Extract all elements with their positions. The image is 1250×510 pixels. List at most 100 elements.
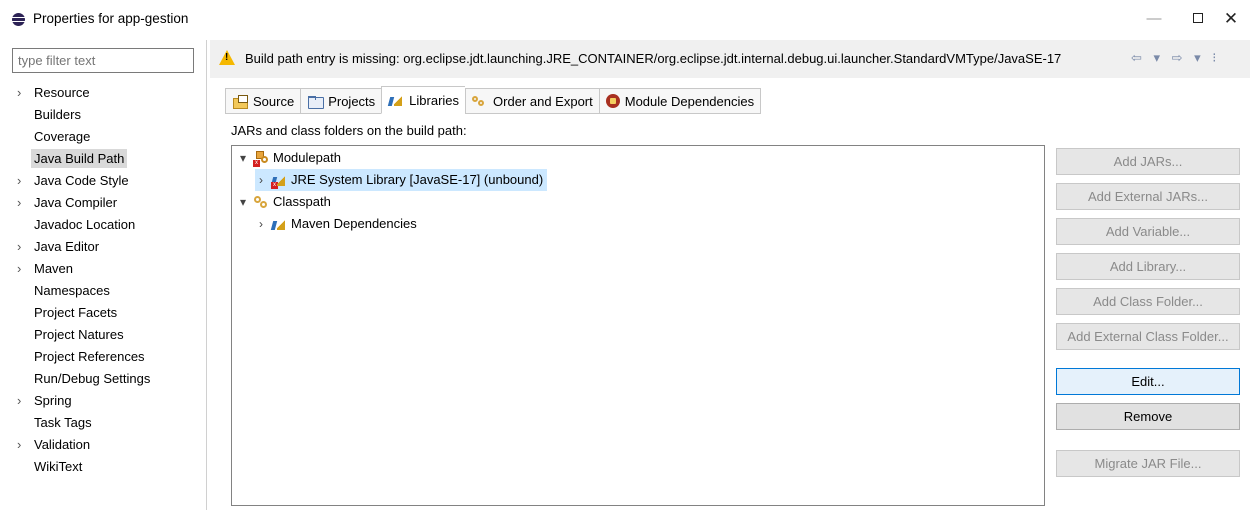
tree-item-label: Maven Dependencies xyxy=(291,216,417,231)
nav-item-label: Namespaces xyxy=(34,283,110,298)
nav-item[interactable]: › Validation xyxy=(12,434,202,456)
tab-order-and-export[interactable]: Order and Export xyxy=(465,88,599,114)
nav-item-label: Builders xyxy=(34,107,81,122)
add-variable-button[interactable]: Add Variable... xyxy=(1056,218,1240,245)
filter-input[interactable] xyxy=(12,48,194,73)
tree-item-classpath[interactable]: ▾ Classpath xyxy=(237,191,331,213)
nav-item-label: Spring xyxy=(34,393,72,408)
build-path-tree[interactable]: ▾ x Modulepath › x JRE System Library [J… xyxy=(231,145,1045,506)
libraries-icon xyxy=(388,94,404,107)
tab-module-dependencies[interactable]: Module Dependencies xyxy=(598,88,762,114)
chevron-right-icon[interactable]: › xyxy=(17,258,21,280)
source-folder-icon xyxy=(232,94,248,109)
module-dependencies-icon xyxy=(605,94,620,108)
nav-item[interactable]: Project Natures xyxy=(12,324,202,346)
nav-item-label: Project Natures xyxy=(34,327,124,342)
chevron-right-icon[interactable]: › xyxy=(17,192,21,214)
nav-item-label: Java Compiler xyxy=(34,195,118,210)
eclipse-logo-icon xyxy=(12,13,25,26)
nav-item[interactable]: Run/Debug Settings xyxy=(12,368,202,390)
tab-label: Projects xyxy=(328,93,376,109)
tab-projects[interactable]: Projects xyxy=(300,88,382,114)
nav-item[interactable]: › Resource xyxy=(12,82,202,104)
message-text: Build path entry is missing: org.eclipse… xyxy=(245,51,1062,66)
chevron-right-icon[interactable]: › xyxy=(17,236,21,258)
warning-mark: ! xyxy=(225,52,229,63)
maximize-button[interactable] xyxy=(1183,6,1213,32)
nav-item[interactable]: Builders xyxy=(12,104,202,126)
edit-button[interactable]: Edit... xyxy=(1056,368,1240,395)
message-bar: ! Build path entry is missing: org.eclip… xyxy=(210,40,1250,78)
nav-item[interactable]: Javadoc Location xyxy=(12,214,202,236)
tab-label: Module Dependencies xyxy=(624,93,755,109)
minimize-button[interactable]: — xyxy=(1139,6,1169,32)
nav-item[interactable]: › Java Code Style xyxy=(12,170,202,192)
divider xyxy=(206,40,207,510)
close-button[interactable]: ✕ xyxy=(1216,6,1246,32)
nav-item-label: Project References xyxy=(34,349,145,364)
nav-item-label: Java Build Path xyxy=(31,149,128,168)
nav-item-label: Validation xyxy=(34,437,91,452)
remove-button[interactable]: Remove xyxy=(1056,403,1240,430)
add-external-class-folder-button[interactable]: Add External Class Folder... xyxy=(1056,323,1240,350)
nav-item[interactable]: Project Facets xyxy=(12,302,202,324)
tree-item-label: Classpath xyxy=(273,194,331,209)
section-label: JARs and class folders on the build path… xyxy=(231,123,467,138)
chevron-down-icon: ▾ xyxy=(239,195,247,209)
add-library-button[interactable]: Add Library... xyxy=(1056,253,1240,280)
property-nav-tree: › Resource Builders Coverage Java Build Path… xyxy=(12,82,202,478)
nav-item-label: Coverage xyxy=(34,129,91,144)
nav-item-label: Java Editor xyxy=(34,239,100,254)
modulepath-icon: x xyxy=(253,151,269,167)
tree-item-label: JRE System Library [JavaSE-17] (unbound) xyxy=(291,172,544,187)
chevron-right-icon[interactable]: › xyxy=(17,170,21,192)
history-nav[interactable]: ⇦ ▾ ⇨ ▾ ⁝ xyxy=(1131,50,1220,66)
library-error-icon: x xyxy=(271,174,287,189)
nav-item-label: Task Tags xyxy=(34,415,92,430)
nav-item[interactable]: Coverage xyxy=(12,126,202,148)
nav-item[interactable]: Task Tags xyxy=(12,412,202,434)
project-folder-icon xyxy=(307,95,325,109)
chevron-right-icon[interactable]: › xyxy=(17,434,21,456)
library-icon xyxy=(271,218,287,231)
nav-item[interactable]: › Java Editor xyxy=(12,236,202,258)
tab-label: Source xyxy=(253,93,295,109)
chevron-right-icon: › xyxy=(259,217,263,231)
nav-item-label: Resource xyxy=(34,85,90,100)
nav-item-label: Maven xyxy=(34,261,74,276)
nav-item[interactable]: WikiText xyxy=(12,456,202,478)
window-title: Properties for app-gestion xyxy=(33,11,189,26)
chevron-right-icon[interactable]: › xyxy=(17,82,21,104)
title-bar: Properties for app-gestion — ✕ xyxy=(0,0,1250,38)
migrate-jar-button[interactable]: Migrate JAR File... xyxy=(1056,450,1240,477)
tree-item-maven-dependencies[interactable]: › Maven Dependencies xyxy=(255,213,417,235)
nav-item[interactable]: › Spring xyxy=(12,390,202,412)
nav-item[interactable]: Project References xyxy=(12,346,202,368)
nav-item-label: Java Code Style xyxy=(34,173,129,188)
order-export-icon xyxy=(472,94,488,108)
nav-item-label: Run/Debug Settings xyxy=(34,371,151,386)
tree-item-jre-system-library[interactable]: › x JRE System Library [JavaSE-17] (unbo… xyxy=(255,169,548,191)
nav-item-label: Javadoc Location xyxy=(34,217,136,232)
tab-bar: Source Projects Libraries Order and Expo… xyxy=(225,86,762,114)
nav-item-label: WikiText xyxy=(34,459,83,474)
nav-item[interactable]: › Java Compiler xyxy=(12,192,202,214)
add-external-jars-button[interactable]: Add External JARs... xyxy=(1056,183,1240,210)
chevron-down-icon: ▾ xyxy=(239,151,247,165)
tab-source[interactable]: Source xyxy=(225,88,301,114)
tab-label: Libraries xyxy=(409,92,460,108)
nav-item-label: Project Facets xyxy=(34,305,118,320)
tab-libraries[interactable]: Libraries xyxy=(381,86,466,114)
tab-label: Order and Export xyxy=(493,93,593,109)
add-jars-button[interactable]: Add JARs... xyxy=(1056,148,1240,175)
nav-item[interactable]: › Maven xyxy=(12,258,202,280)
tree-item-modulepath[interactable]: ▾ x Modulepath xyxy=(237,147,341,169)
chevron-right-icon[interactable]: › xyxy=(17,390,21,412)
chevron-right-icon: › xyxy=(259,173,263,187)
tree-item-label: Modulepath xyxy=(273,150,341,165)
add-class-folder-button[interactable]: Add Class Folder... xyxy=(1056,288,1240,315)
nav-item[interactable]: Namespaces xyxy=(12,280,202,302)
classpath-icon xyxy=(253,195,269,209)
nav-item[interactable]: Java Build Path xyxy=(12,148,202,170)
maximize-icon xyxy=(1193,13,1203,23)
